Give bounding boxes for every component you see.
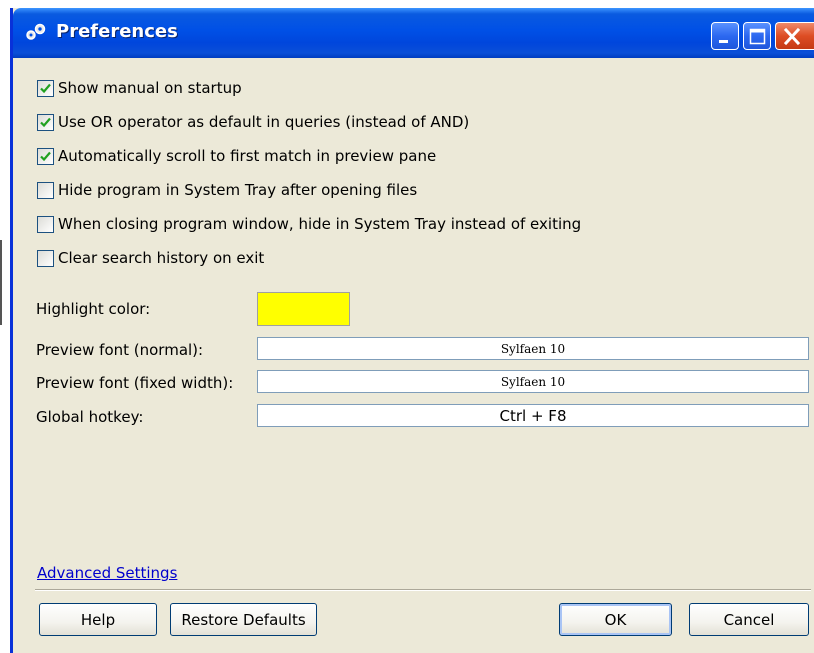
maximize-icon xyxy=(749,28,766,45)
advanced-settings-link[interactable]: Advanced Settings xyxy=(37,564,177,582)
checkmark-icon xyxy=(40,117,51,127)
option-auto-scroll[interactable]: Automatically scroll to first match in p… xyxy=(37,146,436,166)
option-or-operator[interactable]: Use OR operator as default in queries (i… xyxy=(37,112,469,132)
option-label: Hide program in System Tray after openin… xyxy=(58,181,418,199)
highlight-color-label: Highlight color: xyxy=(36,300,151,318)
option-label: Show manual on startup xyxy=(58,79,242,97)
close-icon xyxy=(783,27,801,46)
checkmark-icon xyxy=(40,151,51,161)
option-label: Clear search history on exit xyxy=(58,249,265,267)
checkbox-auto-scroll[interactable] xyxy=(37,147,54,165)
option-hide-on-close[interactable]: When closing program window, hide in Sys… xyxy=(37,214,581,234)
gears-icon xyxy=(26,23,46,40)
title-bar[interactable]: Preferences xyxy=(13,8,814,58)
preferences-dialog: Preferences Show manual on startup Use O… xyxy=(10,8,814,653)
help-button[interactable]: Help xyxy=(39,603,157,636)
checkbox-hide-on-close[interactable] xyxy=(37,215,54,233)
preview-font-fixed-label: Preview font (fixed width): xyxy=(36,374,234,392)
background-edge xyxy=(0,240,2,325)
option-hide-after-opening[interactable]: Hide program in System Tray after openin… xyxy=(37,180,417,200)
checkbox-or-operator[interactable] xyxy=(37,113,54,131)
option-label: Automatically scroll to first match in p… xyxy=(58,147,437,165)
restore-defaults-button[interactable]: Restore Defaults xyxy=(170,603,317,636)
ok-button[interactable]: OK xyxy=(559,603,672,636)
preview-font-normal-label: Preview font (normal): xyxy=(36,341,204,359)
option-clear-history[interactable]: Clear search history on exit xyxy=(37,248,264,268)
global-hotkey-value: Ctrl + F8 xyxy=(499,406,567,425)
minimize-button[interactable] xyxy=(711,22,739,50)
highlight-color-swatch[interactable] xyxy=(257,292,350,326)
option-label: Use OR operator as default in queries (i… xyxy=(58,113,470,131)
checkmark-icon xyxy=(40,83,51,93)
option-label: When closing program window, hide in Sys… xyxy=(58,215,582,233)
global-hotkey-field[interactable]: Ctrl + F8 xyxy=(257,404,809,427)
global-hotkey-label: Global hotkey: xyxy=(36,408,144,426)
checkbox-hide-after-opening[interactable] xyxy=(37,181,54,199)
checkbox-show-manual[interactable] xyxy=(37,79,54,97)
preview-font-normal-field[interactable]: Sylfaen 10 xyxy=(257,337,809,360)
cancel-button[interactable]: Cancel xyxy=(689,603,809,636)
maximize-button[interactable] xyxy=(743,22,771,50)
preview-font-fixed-value: Sylfaen 10 xyxy=(500,374,566,389)
window-title: Preferences xyxy=(56,21,178,42)
separator xyxy=(35,589,811,591)
minimize-icon xyxy=(719,40,728,43)
close-button[interactable] xyxy=(775,22,814,50)
checkbox-clear-history[interactable] xyxy=(37,249,54,267)
preview-font-normal-value: Sylfaen 10 xyxy=(500,341,566,356)
preview-font-fixed-field[interactable]: Sylfaen 10 xyxy=(257,370,809,393)
option-show-manual[interactable]: Show manual on startup xyxy=(37,78,242,98)
